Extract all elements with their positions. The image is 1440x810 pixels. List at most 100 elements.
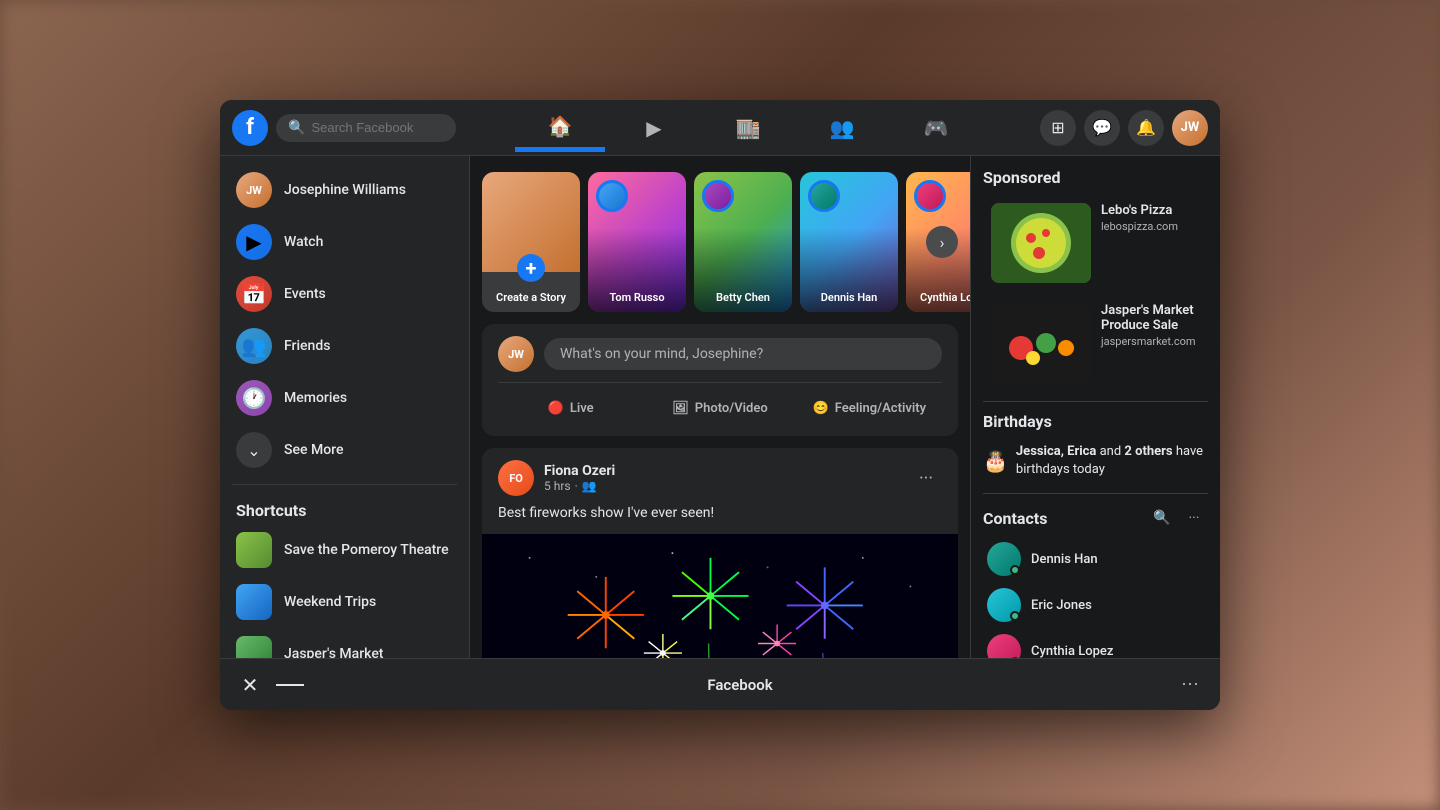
story-avatar-betty <box>702 180 734 212</box>
see-more-label-1: See More <box>284 442 343 458</box>
photo-icon: 🖼 <box>672 401 689 416</box>
sidebar-item-memories-label: Memories <box>284 390 347 406</box>
contact-item-dennis[interactable]: Dennis Han <box>983 536 1208 582</box>
create-story-card[interactable]: + Create a Story <box>482 172 580 312</box>
tab-marketplace[interactable]: 🏬 <box>703 104 793 152</box>
shortcut-label-save-pomeroy: Save the Pomeroy Theatre <box>284 542 449 558</box>
post-author-name: Fiona Ozeri <box>544 463 900 479</box>
sidebar-item-events[interactable]: 📅 Events <box>224 268 465 320</box>
bottom-close-button[interactable]: ✕ <box>236 671 264 699</box>
ad-url-lebo: lebospizza.com <box>1101 220 1200 233</box>
tab-home[interactable]: 🏠 <box>515 104 605 152</box>
stories-nav-button[interactable]: › <box>926 226 958 258</box>
topbar-right: ⊞ 💬 🔔 JW <box>1040 110 1208 146</box>
facebook-window: f 🔍 🏠 ▶ 🏬 👥 🎮 ⊞ 💬 🔔 JW JW Josephine Will… <box>220 100 1220 710</box>
sidebar-item-save-pomeroy[interactable]: Save the Pomeroy Theatre <box>224 524 465 576</box>
ad-card-lebo[interactable]: Lebo's Pizza lebospizza.com <box>983 195 1208 291</box>
ad-image-jasper <box>991 303 1091 383</box>
sidebar-item-jaspers-market[interactable]: Jasper's Market <box>224 628 465 658</box>
see-more-icon-1: ⌄ <box>236 432 272 468</box>
contact-avatar-cynthia <box>987 634 1021 658</box>
composer-action-photo[interactable]: 🖼 Photo/Video <box>647 393 792 424</box>
tab-gaming[interactable]: 🎮 <box>891 104 981 152</box>
memories-icon: 🕐 <box>236 380 272 416</box>
post-meta: 5 hrs · 👥 <box>544 479 900 493</box>
panel-divider-1 <box>983 401 1208 402</box>
jasper-market-svg <box>991 303 1091 383</box>
search-bar[interactable]: 🔍 <box>276 114 456 142</box>
story-card-dennis[interactable]: Dennis Han <box>800 172 898 312</box>
user-avatar-button[interactable]: JW <box>1172 110 1208 146</box>
ad-name-jasper: Jasper's Market Produce Sale <box>1101 303 1200 333</box>
tab-watch[interactable]: ▶ <box>609 104 699 152</box>
sidebar-item-watch[interactable]: ▶ Watch <box>224 216 465 268</box>
post-header: FO Fiona Ozeri 5 hrs · 👥 ··· <box>482 448 958 504</box>
composer-avatar: JW <box>498 336 534 372</box>
post-separator: · <box>575 479 578 493</box>
lebo-pizza-svg <box>991 203 1091 283</box>
notifications-button[interactable]: 🔔 <box>1128 110 1164 146</box>
create-story-label: Create a Story <box>488 291 574 304</box>
post-privacy-icon: 👥 <box>582 479 597 493</box>
story-card-tom[interactable]: Tom Russo <box>588 172 686 312</box>
birthday-others: 2 others <box>1124 444 1172 459</box>
ad-card-jasper[interactable]: Jasper's Market Produce Sale jaspersmark… <box>983 295 1208 391</box>
ad-url-jasper: jaspersmarket.com <box>1101 335 1200 348</box>
tab-groups[interactable]: 👥 <box>797 104 887 152</box>
post-composer: JW What's on your mind, Josephine? 🔴 Liv… <box>482 324 958 436</box>
composer-action-feeling[interactable]: 😊 Feeling/Activity <box>797 393 942 424</box>
sponsored-title: Sponsored <box>983 168 1208 187</box>
shortcut-label-jaspers-market: Jasper's Market <box>284 646 383 658</box>
sidebar-item-memories[interactable]: 🕐 Memories <box>224 372 465 424</box>
birthday-icon: 🎂 <box>983 449 1008 473</box>
bottom-bar: ✕ Facebook ⋯ <box>220 658 1220 710</box>
bottom-minimize-button[interactable] <box>276 684 304 686</box>
search-input[interactable] <box>311 120 444 135</box>
post-more-button[interactable]: ··· <box>910 462 942 494</box>
ad-info-jasper: Jasper's Market Produce Sale jaspersmark… <box>1101 303 1200 348</box>
birthdays-title: Birthdays <box>983 412 1208 431</box>
composer-input[interactable]: What's on your mind, Josephine? <box>544 338 942 370</box>
story-name-tom: Tom Russo <box>594 291 680 304</box>
live-label: Live <box>570 401 594 416</box>
post-author-info: Fiona Ozeri 5 hrs · 👥 <box>544 463 900 493</box>
ad-image-lebo <box>991 203 1091 283</box>
photo-label: Photo/Video <box>695 401 768 416</box>
sidebar-see-more-1[interactable]: ⌄ See More <box>224 424 465 476</box>
sidebar-item-profile[interactable]: JW Josephine Williams <box>224 164 465 216</box>
ad-info-lebo: Lebo's Pizza lebospizza.com <box>1101 203 1200 233</box>
main-content: JW Josephine Williams ▶ Watch 📅 Events 👥… <box>220 156 1220 658</box>
contact-item-eric[interactable]: Eric Jones <box>983 582 1208 628</box>
watch-icon: ▶ <box>236 224 272 260</box>
story-card-betty[interactable]: Betty Chen <box>694 172 792 312</box>
contact-name-cynthia: Cynthia Lopez <box>1031 644 1113 658</box>
composer-actions: 🔴 Live 🖼 Photo/Video 😊 Feeling/Activity <box>498 382 942 424</box>
more-icon: ⋯ <box>1181 674 1199 695</box>
sidebar-item-profile-label: Josephine Williams <box>284 182 406 198</box>
contact-avatar-eric <box>987 588 1021 622</box>
post-text: Best fireworks show I've ever seen! <box>482 504 958 534</box>
contacts-more-button[interactable]: ··· <box>1180 504 1208 532</box>
story-avatar-dennis <box>808 180 840 212</box>
sidebar-item-friends[interactable]: 👥 Friends <box>224 320 465 372</box>
feed: + Create a Story Tom Russo <box>470 156 970 658</box>
feeling-icon: 😊 <box>813 401 829 416</box>
contact-online-dot-eric <box>1010 611 1020 621</box>
contacts-title: Contacts <box>983 509 1148 528</box>
messenger-button[interactable]: 💬 <box>1084 110 1120 146</box>
contact-item-cynthia[interactable]: Cynthia Lopez <box>983 628 1208 658</box>
facebook-logo[interactable]: f <box>232 110 268 146</box>
contact-name-dennis: Dennis Han <box>1031 552 1098 567</box>
birthday-names: Jessica, Erica <box>1016 444 1096 459</box>
sidebar-item-friends-label: Friends <box>284 338 330 354</box>
sidebar-item-weekend-trips[interactable]: Weekend Trips <box>224 576 465 628</box>
contact-online-dot-dennis <box>1010 565 1020 575</box>
sidebar-item-events-label: Events <box>284 286 326 302</box>
contacts-search-button[interactable]: 🔍 <box>1148 504 1176 532</box>
composer-action-live[interactable]: 🔴 Live <box>498 393 643 424</box>
contacts-header: Contacts 🔍 ··· <box>983 504 1208 532</box>
grid-menu-button[interactable]: ⊞ <box>1040 110 1076 146</box>
post-card-1: FO Fiona Ozeri 5 hrs · 👥 ··· Best firewo… <box>482 448 958 658</box>
bottom-more-button[interactable]: ⋯ <box>1176 671 1204 699</box>
story-name-betty: Betty Chen <box>700 291 786 304</box>
